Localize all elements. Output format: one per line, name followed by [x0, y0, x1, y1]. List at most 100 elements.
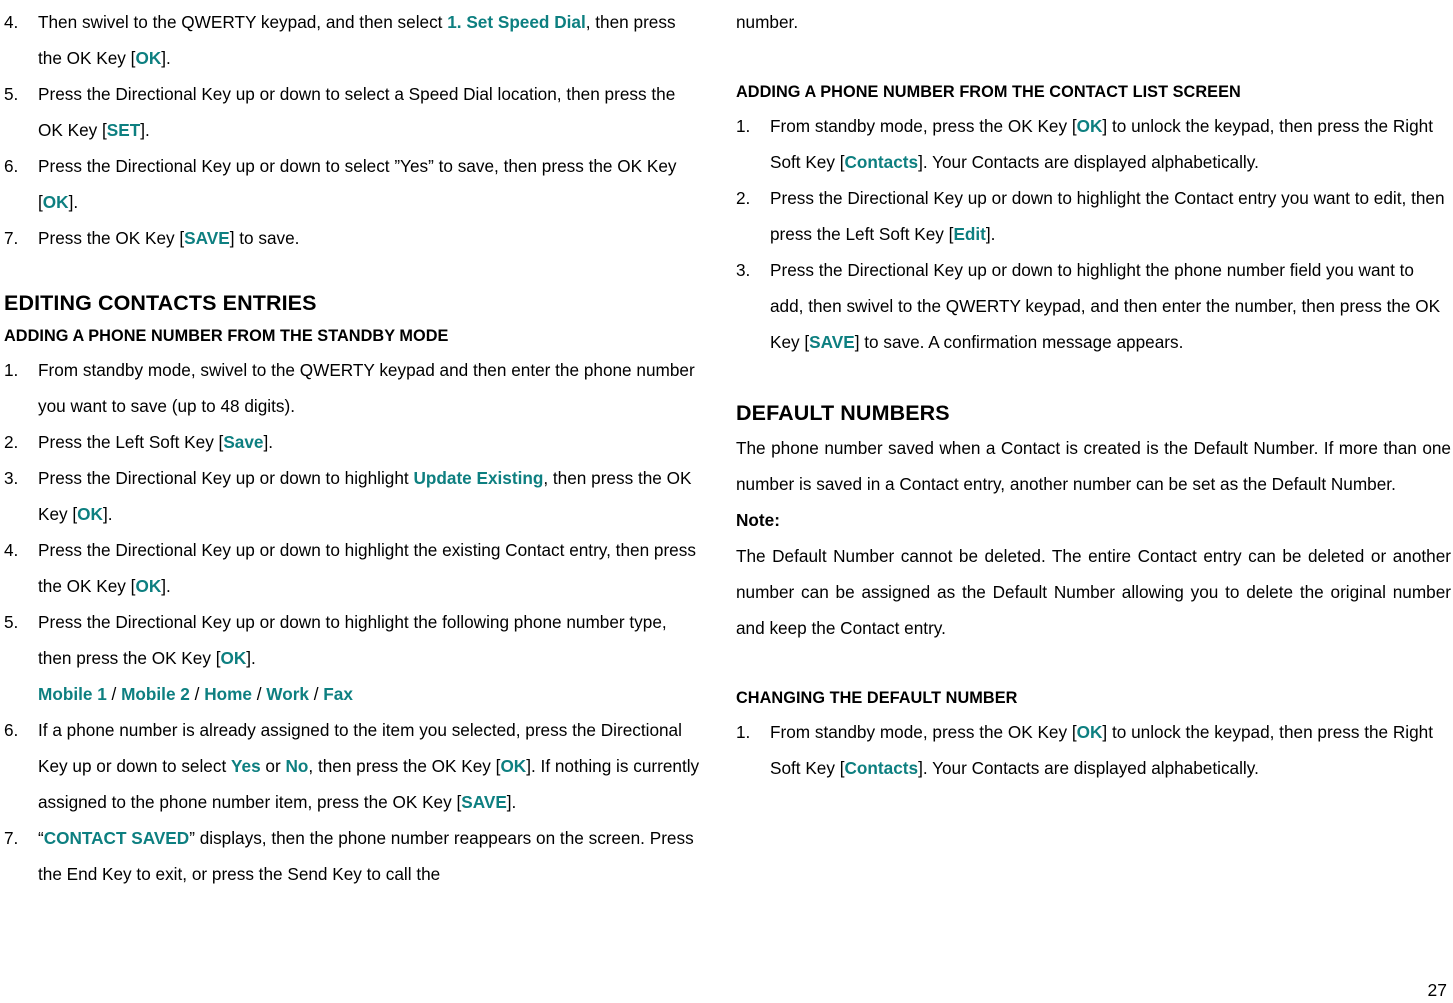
plain-text: Then swivel to the QWERTY keypad, and th… — [38, 12, 448, 32]
list-item-number: 4. — [4, 540, 19, 560]
list-item-number: 6. — [4, 156, 19, 176]
list-item-text: Press the Left Soft Key [Save]. — [38, 432, 273, 452]
key-label: Edit — [953, 224, 986, 244]
plain-text: Press the Directional Key up or down to … — [38, 468, 414, 488]
list-item-text: Press the Directional Key up or down to … — [770, 260, 1440, 352]
list-item: 1. From standby mode, press the OK Key [O… — [736, 714, 1451, 786]
continued-procedure-list: 4. Then swivel to the QWERTY keypad, and … — [4, 4, 702, 256]
left-column: 4. Then swivel to the QWERTY keypad, and … — [0, 4, 730, 1003]
list-item-text: From standby mode, press the OK Key [OK]… — [770, 116, 1433, 172]
list-item-number: 1. — [4, 360, 19, 380]
sub-heading-adding-phone-number-standby: ADDING A PHONE NUMBER FROM THE STANDBY M… — [4, 327, 449, 345]
list-item: 6. If a phone number is already assigned … — [4, 712, 702, 820]
list-item-number: 3. — [736, 260, 751, 280]
key-label: Update Existing — [413, 468, 544, 488]
key-label: OK — [42, 192, 69, 212]
plain-text: ] to save. A confirmation message appear… — [854, 332, 1184, 352]
page-number: 27 — [1427, 980, 1447, 1000]
list-item: 5. Press the Directional Key up or down t… — [4, 76, 702, 148]
sub-heading-adding-phone-number-contact-list: ADDING A PHONE NUMBER FROM THE CONTACT L… — [736, 83, 1241, 101]
key-label: Contacts — [844, 758, 919, 778]
plain-text: Press the Left Soft Key [ — [38, 432, 224, 452]
list-item: 6. Press the Directional Key up or down t… — [4, 148, 702, 220]
plain-text: ]. — [161, 48, 171, 68]
plain-text: ]. Your Contacts are displayed alphabeti… — [918, 758, 1259, 778]
list-item-number: 4. — [4, 12, 19, 32]
list-item-text: If a phone number is already assigned to… — [38, 720, 699, 812]
list-item-text: Press the Directional Key up or down to … — [38, 84, 675, 140]
list-item: 1. From standby mode, swivel to the QWERT… — [4, 352, 702, 424]
key-label: SAVE — [809, 332, 855, 352]
plain-text: Press the Directional Key up or down to … — [38, 612, 667, 668]
phone-number-type-options: Mobile 1 / Mobile 2 / Home / Work / Fax — [38, 676, 702, 712]
standby-procedure-list: 1. From standby mode, swivel to the QWERT… — [4, 352, 702, 892]
plain-text: ]. — [506, 792, 517, 812]
list-item: 5. Press the Directional Key up or down t… — [4, 604, 702, 712]
key-label: Save — [223, 432, 264, 452]
key-label: SAVE — [184, 228, 230, 248]
list-item: 2. Press the Directional Key up or down t… — [736, 180, 1451, 252]
list-item-number: 7. — [4, 828, 19, 848]
default-numbers-body: The phone number saved when a Contact is… — [736, 438, 1451, 494]
phone-type-option: Work — [266, 684, 309, 704]
list-item-number: 2. — [736, 188, 751, 208]
list-item-text: From standby mode, press the OK Key [OK]… — [770, 722, 1433, 778]
key-label: CONTACT SAVED — [43, 828, 190, 848]
list-item-text: Press the Directional Key up or down to … — [38, 612, 667, 668]
note-label: Note: — [736, 510, 780, 530]
note-body: The Default Number cannot be deleted. Th… — [736, 546, 1451, 638]
plain-text: ]. — [161, 576, 171, 596]
two-column-layout: 4. Then swivel to the QWERTY keypad, and … — [0, 0, 1453, 1003]
key-label: OK — [135, 48, 162, 68]
list-item-number: 5. — [4, 84, 19, 104]
key-label: 1. Set Speed Dial — [447, 12, 586, 32]
list-item: 2. Press the Left Soft Key [Save]. — [4, 424, 702, 460]
sub-heading-changing-default-number: CHANGING THE DEFAULT NUMBER — [736, 689, 1018, 707]
plain-text: From standby mode, press the OK Key [ — [770, 116, 1077, 136]
key-label: No — [285, 756, 309, 776]
list-item-text: “CONTACT SAVED” displays, then the phone… — [38, 828, 694, 884]
continuation-text: number. — [736, 12, 799, 32]
list-item-number: 2. — [4, 432, 19, 452]
manual-page: 4. Then swivel to the QWERTY keypad, and … — [0, 0, 1453, 1003]
option-separator: / — [308, 684, 324, 704]
plain-text: ]. — [246, 648, 256, 668]
plain-text: Press the Directional Key up or down to … — [770, 188, 1445, 244]
plain-text: Press the OK Key [ — [38, 228, 185, 248]
plain-text: ]. Your Contacts are displayed alphabeti… — [918, 152, 1259, 172]
list-item-text: From standby mode, swivel to the QWERTY … — [38, 360, 695, 416]
plain-text: ]. — [68, 192, 79, 212]
plain-text: , then press the OK Key [ — [308, 756, 501, 776]
key-label: OK — [77, 504, 103, 524]
list-item: 4. Then swivel to the QWERTY keypad, and … — [4, 4, 702, 76]
right-column: number. ADDING A PHONE NUMBER FROM THE C… — [730, 4, 1453, 1003]
plain-text: ] to save. — [229, 228, 300, 248]
list-item: 3. Press the Directional Key up or down t… — [736, 252, 1451, 360]
option-separator: / — [106, 684, 122, 704]
list-item: 1. From standby mode, press the OK Key [O… — [736, 108, 1451, 180]
list-item-text: Press the Directional Key up or down to … — [38, 468, 691, 524]
key-label: SET — [106, 120, 141, 140]
plain-text: ]. — [263, 432, 274, 452]
key-label: OK — [1076, 722, 1103, 742]
key-label: OK — [135, 576, 162, 596]
list-item-number: 1. — [736, 116, 751, 136]
list-item-text: Press the OK Key [SAVE] to save. — [38, 228, 299, 248]
key-label: SAVE — [461, 792, 507, 812]
option-separator: / — [189, 684, 205, 704]
plain-text: ]. — [985, 224, 996, 244]
list-item: 3. Press the Directional Key up or down t… — [4, 460, 702, 532]
phone-type-option: Fax — [323, 684, 353, 704]
list-item-number: 3. — [4, 468, 19, 488]
section-heading-default-numbers: DEFAULT NUMBERS — [736, 401, 950, 425]
key-label: OK — [1076, 116, 1103, 136]
list-item-text: Then swivel to the QWERTY keypad, and th… — [38, 12, 676, 68]
list-item-text: Press the Directional Key up or down to … — [38, 156, 677, 212]
list-item-number: 6. — [4, 720, 19, 740]
key-label: OK — [500, 756, 527, 776]
section-heading-editing-contacts-entries: EDITING CONTACTS ENTRIES — [4, 291, 317, 315]
